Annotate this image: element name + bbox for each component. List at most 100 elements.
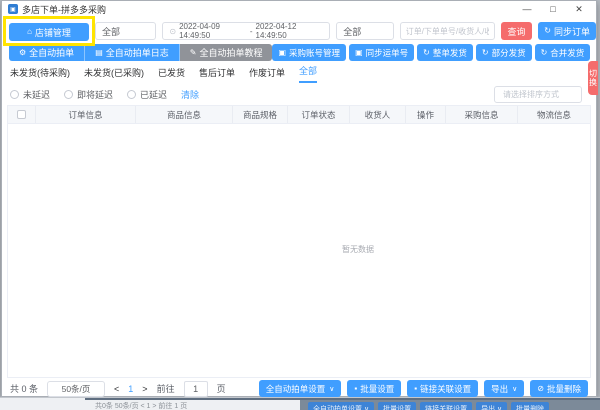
link-association-settings-label: 链接关联设置 [420,383,471,395]
sync-orders-button[interactable]: ↻ 同步订单 [538,22,596,40]
current-page[interactable]: 1 [128,384,133,394]
column-logistics-info: 物流信息 [518,106,590,123]
auto-order-log-button[interactable]: ▤ 全自动拍单日志 [85,44,180,61]
column-product-info: 商品信息 [136,106,233,123]
radio-delayed[interactable]: 已延迟 [127,88,167,101]
export-label: 导出 [491,383,508,395]
orders-table-header: 订单信息 商品信息 商品规格 订单状态 收货人 操作 采购信息 物流信息 [8,106,590,124]
radio-delayed-label: 已延迟 [140,88,167,101]
footer-actions: 全自动拍单设置 ∨ ▪ 批量设置 ▪ 链接关联设置 导出 ∨ ⊘ 批量删除 [259,380,588,397]
export-button[interactable]: 导出 ∨ [484,380,524,397]
radio-about-to-delay[interactable]: 即将延迟 [64,88,113,101]
date-start: 2022-04-09 14:49:50 [179,22,247,40]
main-window: ▣ 多店下单-拼多多采购 — □ ✕ ⌂ 店铺管理 全部 ⊙ 2022-04-0… [1,0,597,397]
delay-filter-bar: 未延迟 即将延迟 已延迟 清除 请选择排序方式 [10,85,582,103]
background-footer-actions: 全自动拍单设置 ∨ 批量设置 链接关联设置 导出 ∨ 批量删除 [300,400,600,410]
prev-page-button[interactable]: < [114,384,119,394]
date-end: 2022-04-12 14:49:50 [256,22,324,40]
trash-icon: ⊘ [537,385,544,393]
goto-page-input[interactable] [184,381,208,397]
store-manage-label: 店铺管理 [35,26,71,39]
ship-whole-icon: ↻ [423,49,430,57]
minimize-button[interactable]: — [522,4,532,15]
app-icon-glyph: ▣ [10,6,16,13]
ship-whole-button[interactable]: ↻ 整单发货 [417,44,473,61]
tab-all[interactable]: 全部 [299,64,317,83]
gear-icon: ⚙ [19,49,26,57]
background-window: 共0条 50条/页 < 1 > 前往 1 页 全自动拍单设置 ∨ 批量设置 链接… [0,397,600,410]
radio-about-to-delay-label: 即将延迟 [77,88,113,101]
page-size-select[interactable]: 50条/页 [47,381,105,397]
auto-order-settings-button[interactable]: 全自动拍单设置 ∨ [259,380,342,397]
tab-unshipped-pending-purchase[interactable]: 未发货(待采购) [10,66,70,83]
date-range-picker[interactable]: ⊙ 2022-04-09 14:49:50 - 2022-04-12 14:49… [162,22,330,40]
search-input[interactable] [400,22,495,40]
bg-export-button[interactable]: 导出 ∨ [476,402,507,410]
tracking-icon: ▣ [355,49,363,57]
sync-tracking-label: 同步运单号 [366,47,409,59]
sync-orders-label: 同步订单 [554,25,590,38]
radio-not-delayed-label: 未延迟 [23,88,50,101]
auto-order-tutorial-button[interactable]: ✎ 全自动拍单教程 [180,44,273,61]
bg-link-association-settings-button[interactable]: 链接关联设置 [420,402,472,410]
auto-order-log-label: 全自动拍单日志 [106,46,169,59]
store-manage-button[interactable]: ⌂ 店铺管理 [9,23,89,41]
select-all-checkbox[interactable] [17,110,26,119]
pagination-bar: 共 0 条 50条/页 < 1 > 前往 页 [2,380,226,397]
status-select[interactable]: 全部 [336,22,393,40]
goto-unit: 页 [217,382,226,395]
clear-filter-link[interactable]: 清除 [181,88,199,101]
sort-method-placeholder: 请选择排序方式 [503,89,559,100]
query-button[interactable]: 查询 [501,22,533,40]
maximize-button[interactable]: □ [548,4,558,15]
batch-settings-label: 批量设置 [360,383,394,395]
auto-order-button[interactable]: ⚙ 全自动拍单 [9,44,85,61]
purchase-account-manage-label: 采购账号管理 [289,47,340,59]
chevron-down-icon: ∨ [512,385,517,393]
bg-batch-settings-button[interactable]: 批量设置 [378,402,416,410]
orders-table: 订单信息 商品信息 商品规格 订单状态 收货人 操作 采购信息 物流信息 暂无数… [7,105,591,378]
goto-label: 前往 [157,382,175,395]
auto-order-label: 全自动拍单 [29,46,74,59]
radio-circle-icon [10,90,19,99]
batch-settings-button[interactable]: ▪ 批量设置 [347,380,401,397]
background-pagination: 共0条 50条/页 < 1 > 前往 1 页 [95,401,187,410]
radio-not-delayed[interactable]: 未延迟 [10,88,50,101]
ship-merge-button[interactable]: ↻ 合并发货 [535,44,591,61]
tab-unshipped-purchased[interactable]: 未发货(已采购) [84,66,144,83]
tab-voided-orders[interactable]: 作废订单 [249,66,285,83]
toolbar-actions: ⚙ 全自动拍单 ▤ 全自动拍单日志 ✎ 全自动拍单教程 ▣ 采购账号管理 ▣ 同… [9,44,583,61]
switch-side-tab-label: 切换 [588,69,599,87]
tab-shipped[interactable]: 已发货 [158,66,185,83]
ship-merge-icon: ↻ [541,49,548,57]
store-icon: ⌂ [27,28,32,36]
column-order-status: 订单状态 [288,106,350,123]
column-product-spec: 商品规格 [233,106,288,123]
link-association-settings-button[interactable]: ▪ 链接关联设置 [407,380,478,397]
sync-icon: ↻ [544,27,551,35]
chevron-down-icon: ∨ [329,385,334,393]
radio-circle-icon [64,90,73,99]
sort-method-select[interactable]: 请选择排序方式 [494,86,582,103]
log-icon: ▤ [95,49,103,57]
switch-side-tab[interactable]: 切换 [588,61,598,95]
purchase-account-manage-button[interactable]: ▣ 采购账号管理 [272,44,346,61]
next-page-button[interactable]: > [142,384,147,394]
order-status-tabs: 未发货(待采购) 未发货(已采购) 已发货 售后订单 作废订单 全部 [2,62,596,83]
ship-partial-icon: ↻ [482,49,489,57]
ship-partial-button[interactable]: ↻ 部分发货 [476,44,532,61]
sync-tracking-button[interactable]: ▣ 同步运单号 [349,44,414,61]
column-actions: 操作 [406,106,446,123]
bg-auto-order-settings-button[interactable]: 全自动拍单设置 ∨ [308,402,374,410]
query-label: 查询 [507,25,525,38]
app-icon: ▣ [8,4,18,14]
column-purchase-info: 采购信息 [446,106,518,123]
close-button[interactable]: ✕ [574,4,584,15]
toolbar-primary: ⌂ 店铺管理 全部 ⊙ 2022-04-09 14:49:50 - 2022-0… [2,18,596,44]
batch-delete-button[interactable]: ⊘ 批量删除 [530,380,588,397]
clock-icon: ⊙ [169,27,176,36]
shop-select[interactable]: 全部 [95,22,156,40]
column-consignee: 收货人 [350,106,406,123]
tab-aftersale-orders[interactable]: 售后订单 [199,66,235,83]
bg-batch-delete-button[interactable]: 批量删除 [511,402,549,410]
